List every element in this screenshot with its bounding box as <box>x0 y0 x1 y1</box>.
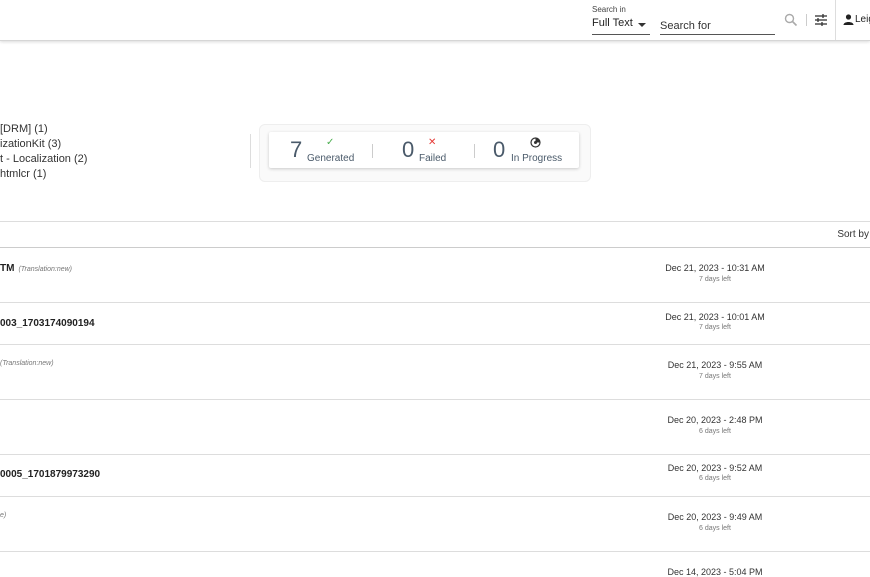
list-item[interactable]: 003_1703174090194 Dec 21, 2023 - 10:01 A… <box>0 302 870 345</box>
item-title: 0005_1701879973290 <box>0 469 101 480</box>
search-input[interactable] <box>660 17 775 35</box>
in-progress-count: 0 <box>493 137 506 162</box>
list-item[interactable]: Dec 20, 2023 - 2:48 PM 6 days left <box>0 399 870 455</box>
generated-stat[interactable]: 7 ✓ Generated <box>269 132 369 168</box>
user-icon <box>843 14 854 25</box>
facet-item[interactable]: izationKit (3) <box>0 137 87 152</box>
item-date: Dec 21, 2023 - 10:01 AM <box>665 312 765 322</box>
item-tag: (Translation:new) <box>18 266 73 273</box>
user-name: Leig <box>855 14 870 25</box>
item-date: Dec 20, 2023 - 9:49 AM <box>667 512 763 522</box>
list-item[interactable]: TM (Translation:new) Dec 21, 2023 - 10:31… <box>0 247 870 303</box>
item-tag: (Translation:new) <box>0 360 54 367</box>
sort-by-control[interactable]: Sort by <box>837 229 869 240</box>
item-date: Dec 20, 2023 - 9:52 AM <box>667 463 763 473</box>
facet-item[interactable]: htmlcr (1) <box>0 167 87 182</box>
chevron-down-icon <box>638 23 646 27</box>
facet-list: [DRM] (1) izationKit (3) t - Localizatio… <box>0 122 87 182</box>
x-icon: ✕ <box>428 137 437 148</box>
user-menu[interactable]: Leig <box>835 0 870 40</box>
item-time-left: 6 days left <box>699 475 731 482</box>
filter-sliders-icon[interactable] <box>814 13 828 27</box>
list-item[interactable]: e) Dec 20, 2023 - 9:49 AM 6 days left <box>0 496 870 552</box>
generated-count: 7 <box>290 137 303 162</box>
stat-divider <box>474 144 475 158</box>
item-title: 003_1703174090194 <box>0 318 95 329</box>
item-date: Dec 21, 2023 - 9:55 AM <box>667 360 763 370</box>
section-divider <box>250 134 251 168</box>
status-summary-card: 7 ✓ Generated 0 ✕ Failed 0 In Progress <box>269 132 579 168</box>
failed-stat[interactable]: 0 ✕ Failed <box>379 132 469 168</box>
search-in-select[interactable]: Full Text <box>592 17 650 35</box>
stat-divider <box>372 144 373 158</box>
check-icon: ✓ <box>326 137 335 148</box>
in-progress-stat[interactable]: 0 In Progress <box>481 132 579 168</box>
item-time-left: 6 days left <box>699 428 731 435</box>
item-title: TM (Translation:new) <box>0 263 73 274</box>
list-header: Sort by <box>0 221 870 248</box>
list-item[interactable]: 0005_1701879973290 Dec 20, 2023 - 9:52 A… <box>0 454 870 497</box>
item-date: Dec 20, 2023 - 2:48 PM <box>667 415 763 425</box>
failed-label: Failed <box>419 153 447 164</box>
item-time-left: 7 days left <box>699 324 731 331</box>
item-tag: e) <box>0 512 7 519</box>
spinner-icon <box>530 137 541 148</box>
search-in-label: Search in <box>592 5 626 14</box>
search-in-value: Full Text <box>592 17 633 29</box>
list-item[interactable]: Dec 14, 2023 - 5:04 PM <box>0 551 870 577</box>
top-bar: Search in Full Text Leig <box>0 0 870 41</box>
item-time-left: 7 days left <box>699 373 731 380</box>
item-time-left: 7 days left <box>699 276 731 283</box>
facet-item[interactable]: t - Localization (2) <box>0 152 87 167</box>
item-time-left: 6 days left <box>699 525 731 532</box>
list-item[interactable]: (Translation:new) Dec 21, 2023 - 9:55 AM… <box>0 344 870 400</box>
item-date: Dec 14, 2023 - 5:04 PM <box>667 567 763 577</box>
in-progress-label: In Progress <box>511 153 563 164</box>
facet-item[interactable]: [DRM] (1) <box>0 122 87 137</box>
item-date: Dec 21, 2023 - 10:31 AM <box>665 263 765 273</box>
toolbar-divider <box>806 14 807 26</box>
failed-count: 0 <box>402 137 415 162</box>
search-icon[interactable] <box>784 13 798 27</box>
generated-label: Generated <box>307 153 355 164</box>
